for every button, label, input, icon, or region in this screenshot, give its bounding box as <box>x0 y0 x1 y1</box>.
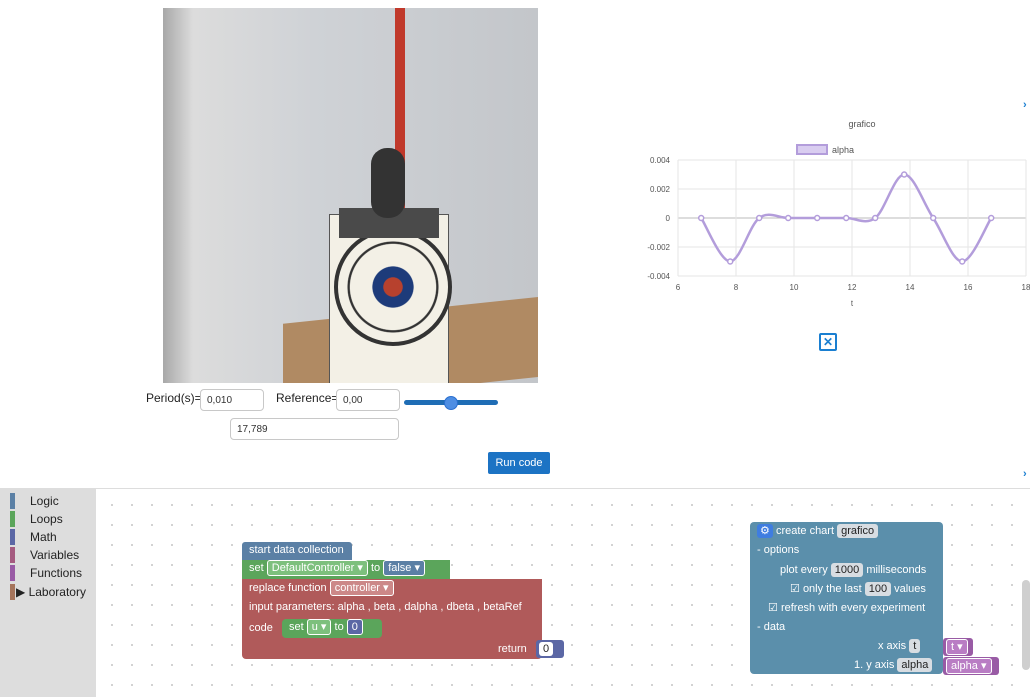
boolean-dropdown[interactable]: false ▾ <box>383 560 426 576</box>
return-label: return <box>498 643 527 655</box>
y-tick-label: 0.004 <box>650 156 671 165</box>
checkbox-checked-icon[interactable]: ☑ <box>768 602 778 614</box>
legend-label: alpha <box>832 145 854 155</box>
close-icon[interactable]: ✕ <box>819 333 837 351</box>
blockly-toolbox: Logic Loops Math Variables Functions ▶ L… <box>0 488 96 697</box>
legend-swatch <box>796 144 828 155</box>
code-label: code <box>249 622 273 634</box>
data-point <box>697 214 705 222</box>
y-tick-label: -0.004 <box>647 272 670 281</box>
return-value-block[interactable]: 0 <box>536 640 564 658</box>
y-tick-label: 0.002 <box>650 185 671 194</box>
workspace-scrollbar[interactable] <box>1022 580 1030 670</box>
plot-interval-field[interactable]: 1000 <box>830 563 864 577</box>
data-point <box>987 214 995 222</box>
options-label: - options <box>757 544 800 556</box>
data-label: - data <box>757 621 786 633</box>
reference-input[interactable]: 0,00 <box>336 389 400 411</box>
camera-view <box>163 8 538 383</box>
y-tick-label: 0 <box>666 214 671 223</box>
line-chart: grafico alpha 0.004 0.002 0 -0.002 -0.004 6 8 10 1… <box>640 112 1030 322</box>
x-tick-label: 12 <box>848 283 857 292</box>
data-point <box>784 214 792 222</box>
create-chart-block[interactable]: ⚙ create chart grafico - options plot ev… <box>750 522 943 674</box>
data-point <box>755 214 763 222</box>
data-point <box>900 171 908 178</box>
reference-label: Reference= <box>276 391 339 405</box>
y-axis-variable-block[interactable]: alpha ▾ <box>943 657 999 675</box>
input-parameters-label: input parameters: alpha , beta , dalpha … <box>249 601 522 613</box>
data-point <box>929 214 937 222</box>
run-code-button[interactable]: Run code <box>488 452 550 474</box>
x-tick-label: 10 <box>790 283 799 292</box>
data-point <box>813 214 821 222</box>
set-u-block[interactable]: set u ▾ to 0 <box>282 619 382 638</box>
u-dropdown[interactable]: u ▾ <box>306 619 332 635</box>
variable-dropdown[interactable]: DefaultController ▾ <box>266 560 368 576</box>
x-tick-label: 16 <box>964 283 973 292</box>
expand-arrow-icon[interactable]: › <box>1023 99 1027 111</box>
data-point <box>726 258 734 265</box>
pendulum-pulley <box>371 148 405 218</box>
y-tick-label: -0.002 <box>647 243 670 252</box>
y-axis-name-field[interactable]: alpha <box>897 658 933 672</box>
data-point <box>958 258 966 265</box>
reference-slider-thumb[interactable] <box>444 396 458 410</box>
data-point <box>842 214 850 222</box>
x-tick-label: 6 <box>676 283 681 292</box>
expand-triangle-icon: ▶ <box>16 585 26 599</box>
start-data-collection-block[interactable]: start data collection <box>242 542 352 560</box>
x-tick-label: 18 <box>1022 283 1030 292</box>
chart-title: grafico <box>848 119 875 129</box>
period-input[interactable]: 0,010 <box>200 389 264 411</box>
x-tick-label: 8 <box>734 283 739 292</box>
data-point <box>871 214 879 222</box>
period-label: Period(s)= <box>146 391 202 405</box>
settings-gear-icon[interactable]: ⚙ <box>757 524 773 538</box>
last-values-field[interactable]: 100 <box>864 582 892 596</box>
set-variable-block[interactable]: set DefaultController ▾ to false ▾ <box>242 560 450 579</box>
readout-field[interactable]: 17,789 <box>230 418 399 440</box>
u-value-number[interactable]: 0 <box>346 619 363 635</box>
chart-name-field[interactable]: grafico <box>837 524 879 538</box>
x-axis-label: t <box>851 299 854 308</box>
x-axis-variable-block[interactable]: t ▾ <box>943 638 973 656</box>
function-dropdown[interactable]: controller ▾ <box>329 580 394 596</box>
x-axis-name-field[interactable]: t <box>909 639 921 653</box>
checkbox-checked-icon[interactable]: ☑ <box>790 583 800 595</box>
x-tick-label: 14 <box>906 283 915 292</box>
expand-arrow-icon[interactable]: › <box>1023 468 1027 480</box>
seal-logo <box>334 228 452 346</box>
